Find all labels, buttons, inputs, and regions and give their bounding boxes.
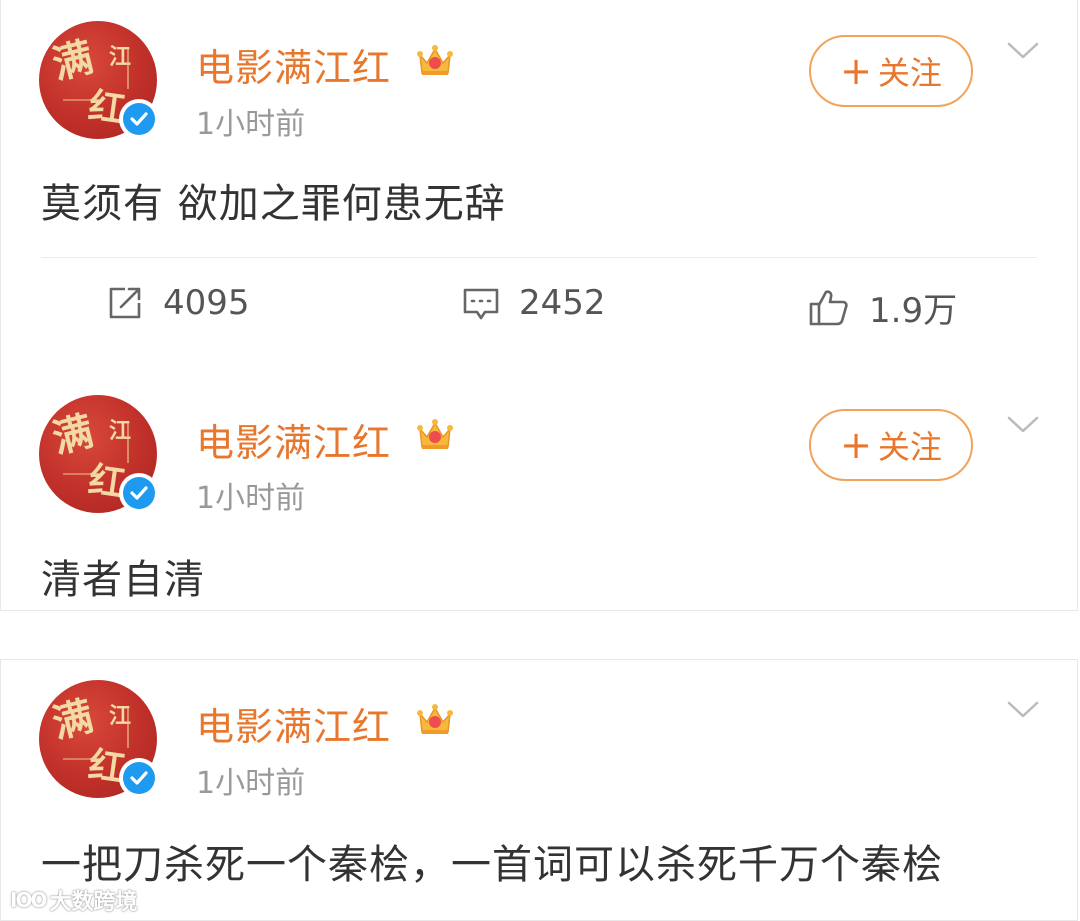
plus-icon: + [840,49,872,93]
chevron-down-icon[interactable] [1003,413,1043,437]
post-gap [0,611,1080,659]
weibo-post: 满红江 电影满江红 1小时前 一把刀杀死一个秦桧，一首词可以杀死千万个秦桧 [0,659,1078,921]
follow-button[interactable]: + 关注 [809,409,973,481]
chevron-down-icon[interactable] [1003,698,1043,722]
divider [41,257,1037,258]
follow-label: 关注 [877,54,942,92]
thumbs-up-icon [809,289,848,325]
post-content: 清者自清 [41,557,205,603]
follow-button[interactable]: + 关注 [809,35,973,107]
watermark-logo: IOO [10,888,47,912]
verified-icon [119,473,159,513]
comment-icon [463,288,499,320]
like-count: 1.9万 [869,291,958,331]
verified-icon [119,758,159,798]
post-content: 一把刀杀死一个秦桧，一首词可以杀死千万个秦桧 [41,842,943,888]
like-button[interactable]: 1.9万 [807,283,957,332]
comment-button[interactable]: 2452 [461,283,606,323]
post-time: 1小时前 [196,481,306,516]
post-time: 1小时前 [196,766,306,801]
account-name[interactable]: 电影满江红 [196,412,391,467]
crown-icon [417,45,453,75]
repost-count: 4095 [163,283,250,323]
weibo-post: 满红江 电影满江红 1小时前 + 关注 莫须有 欲加之罪何患无辞 4095 24… [0,0,1078,358]
watermark-text: 大数跨境 [49,890,138,915]
account-name[interactable]: 电影满江红 [196,696,391,751]
plus-icon: + [840,423,872,467]
verified-icon [119,99,159,139]
post-time: 1小时前 [196,107,306,142]
weibo-post: 满红江 电影满江红 1小时前 + 关注 清者自清 [0,357,1078,611]
crown-icon [417,419,453,449]
watermark: IOO 大数跨境 [10,884,137,916]
repost-icon [109,287,141,319]
repost-button[interactable]: 4095 [105,283,250,323]
chevron-down-icon[interactable] [1003,39,1043,63]
account-name[interactable]: 电影满江红 [196,37,391,92]
follow-label: 关注 [877,428,942,466]
post-content: 莫须有 欲加之罪何患无辞 [41,181,506,227]
crown-icon [417,704,453,734]
comment-count: 2452 [519,283,606,323]
